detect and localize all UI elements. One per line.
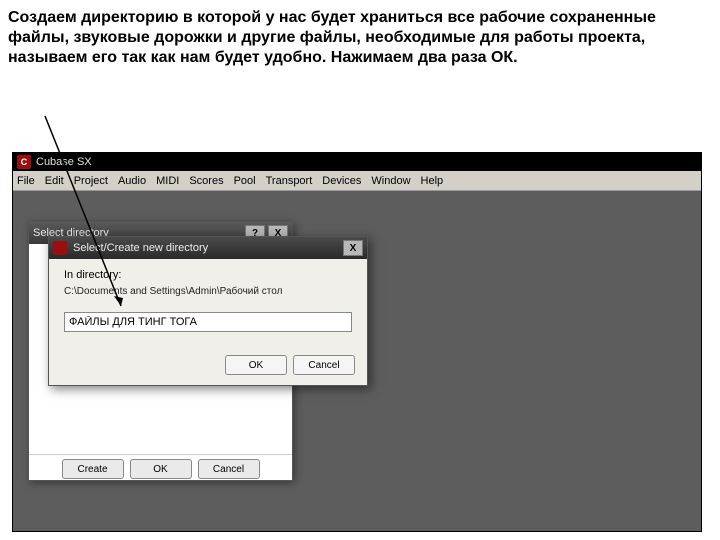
dialog-inner-footer: OK Cancel	[49, 349, 367, 385]
app-small-icon	[53, 241, 67, 255]
menu-pool[interactable]: Pool	[234, 175, 256, 187]
app-title: Cubase SX	[36, 156, 92, 168]
menu-transport[interactable]: Transport	[266, 175, 313, 187]
current-path: C:\Documents and Settings\Admin\Рабочий …	[64, 286, 352, 297]
close-icon[interactable]: X	[343, 240, 363, 256]
in-directory-label: In directory:	[64, 269, 352, 281]
menu-project[interactable]: Project	[74, 175, 108, 187]
dialog-inner-title: Select/Create new directory	[73, 242, 208, 254]
app-window: C Cubase SX File Edit Project Audio MIDI…	[12, 152, 702, 532]
cancel-button[interactable]: Cancel	[293, 355, 355, 375]
menu-devices[interactable]: Devices	[322, 175, 361, 187]
directory-name-input[interactable]	[64, 312, 352, 332]
menu-midi[interactable]: MIDI	[156, 175, 179, 187]
cancel-button-outer[interactable]: Cancel	[198, 459, 260, 479]
menu-edit[interactable]: Edit	[45, 175, 64, 187]
workspace-area: Select directory ? X Create OK Cancel Se…	[13, 191, 701, 531]
menu-bar: File Edit Project Audio MIDI Scores Pool…	[13, 171, 701, 191]
app-titlebar: C Cubase SX	[13, 153, 701, 171]
ok-button-outer[interactable]: OK	[130, 459, 192, 479]
ok-button[interactable]: OK	[225, 355, 287, 375]
dialog-outer-footer: Create OK Cancel	[29, 454, 292, 483]
menu-scores[interactable]: Scores	[189, 175, 223, 187]
create-button[interactable]: Create	[62, 459, 124, 479]
menu-file[interactable]: File	[17, 175, 35, 187]
instruction-paragraph: Создаем директорию в которой у нас будет…	[0, 0, 720, 74]
create-directory-dialog: Select/Create new directory X In directo…	[48, 236, 368, 386]
dialog-inner-titlebar: Select/Create new directory X	[49, 237, 367, 259]
menu-help[interactable]: Help	[421, 175, 444, 187]
dialog-inner-body: In directory: C:\Documents and Settings\…	[49, 259, 367, 349]
menu-window[interactable]: Window	[371, 175, 410, 187]
menu-audio[interactable]: Audio	[118, 175, 146, 187]
app-logo-icon: C	[17, 155, 31, 169]
